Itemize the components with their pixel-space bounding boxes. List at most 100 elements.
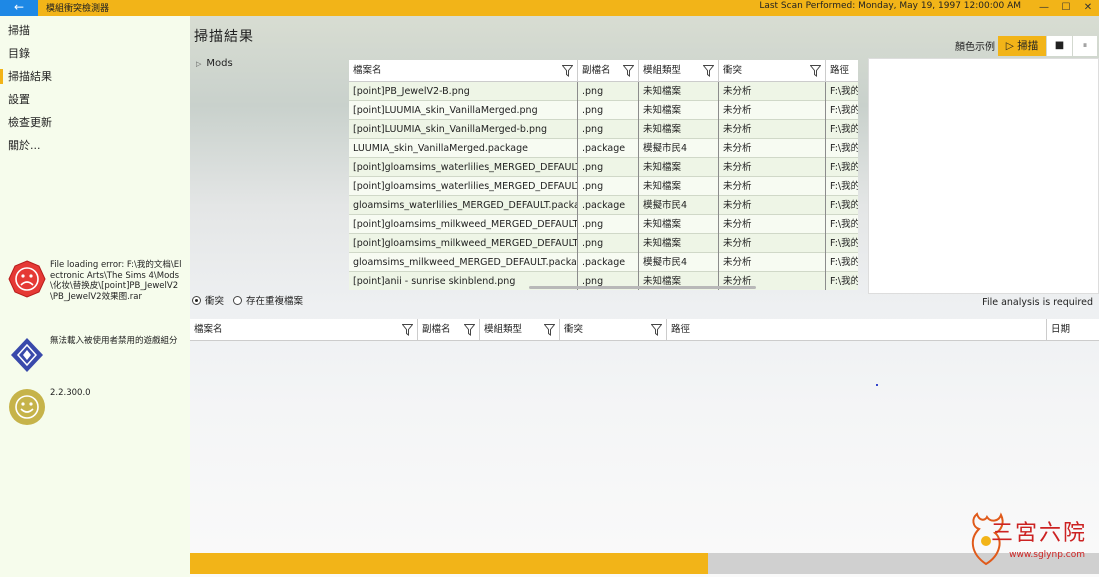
- cell-mod-type: 未知檔案: [639, 177, 719, 196]
- table-row[interactable]: gloamsims_waterlilies_MERGED_DEFAULT.pac…: [349, 196, 858, 215]
- conflict-grid-header: 檔案名 副檔名 模組類型 衝突 路徑 日期: [190, 319, 1099, 341]
- column-header-extension[interactable]: 副檔名: [578, 60, 639, 82]
- horizontal-scrollbar[interactable]: [529, 286, 756, 289]
- sidebar: 掃描 目錄 掃描結果 設置 檢查更新 關於... File loading er…: [0, 16, 190, 577]
- background-speck: [876, 384, 878, 386]
- notice-text: File loading error: F:\我的文档\Electronic A…: [50, 260, 182, 302]
- table-row[interactable]: [point]gloamsims_waterlilies_MERGED_DEFA…: [349, 177, 858, 196]
- cell-mod-type: 模擬市民4: [639, 196, 719, 215]
- result-filter-radios: 衝突 存在重複檔案: [192, 293, 309, 307]
- cell-filename: [point]gloamsims_waterlilies_MERGED_DEFA…: [349, 158, 578, 177]
- pause-icon: ⏸: [1082, 41, 1088, 51]
- cell-conflict: 未分析: [719, 101, 826, 120]
- cell-mod-type: 未知檔案: [639, 101, 719, 120]
- version-text: 2.2.300.0: [50, 388, 91, 398]
- column-header-mod-type[interactable]: 模組類型: [639, 60, 719, 82]
- table-row[interactable]: [point]PB_JewelV2-B.png .png 未知檔案 未分析 F:\我的: [349, 82, 858, 101]
- cell-filename: [point]LUUMIA_skin_VanillaMerged.png: [349, 101, 578, 120]
- cell-extension: .package: [578, 253, 639, 272]
- cell-mod-type: 未知檔案: [639, 234, 719, 253]
- nav-item-scan-results[interactable]: 掃描結果: [0, 65, 190, 88]
- cell-path: F:\我的: [830, 143, 858, 154]
- maximize-button[interactable]: ☐: [1055, 0, 1077, 16]
- table-row[interactable]: [point]gloamsims_milkweed_MERGED_DEFAULT…: [349, 215, 858, 234]
- cell-path: F:\我的: [830, 276, 858, 287]
- title-bar: ← 模組衝突檢測器 Last Scan Performed: Monday, M…: [0, 0, 1099, 16]
- analysis-status: File analysis is required: [982, 297, 1093, 308]
- cell-mod-type: 模擬市民4: [639, 253, 719, 272]
- cell-path: F:\我的: [830, 162, 858, 173]
- smile-face-icon: [9, 389, 45, 425]
- filter-icon[interactable]: [544, 324, 555, 336]
- filter-icon[interactable]: [402, 324, 413, 336]
- column-header-mod-type[interactable]: 模組類型: [480, 319, 560, 341]
- radio-selected-icon: [192, 296, 201, 305]
- cell-extension: .png: [578, 158, 639, 177]
- table-row[interactable]: gloamsims_milkweed_MERGED_DEFAULT.packag…: [349, 253, 858, 272]
- cell-extension: .png: [578, 234, 639, 253]
- cell-conflict: 未分析: [719, 139, 826, 158]
- filter-icon[interactable]: [810, 65, 821, 77]
- nav-item-scan[interactable]: 掃描: [0, 19, 190, 42]
- tree-node-mods[interactable]: ▷ Mods: [196, 58, 233, 69]
- table-row[interactable]: [point]LUUMIA_skin_VanillaMerged.png .png…: [349, 101, 858, 120]
- cell-conflict: 未分析: [719, 158, 826, 177]
- radio-duplicate[interactable]: 存在重複檔案: [233, 293, 303, 307]
- cell-extension: .png: [578, 82, 639, 101]
- cell-path: F:\我的: [830, 181, 858, 192]
- cell-extension: .png: [578, 177, 639, 196]
- nav-item-directory[interactable]: 目錄: [0, 42, 190, 65]
- diamond-warning-icon: [11, 338, 43, 372]
- filter-icon[interactable]: [703, 65, 714, 77]
- stop-button[interactable]: ■: [1047, 36, 1072, 56]
- scan-button[interactable]: ▷ 掃描: [998, 36, 1046, 56]
- watermark-url: www.sglynp.com: [1009, 550, 1085, 560]
- maximize-icon: ☐: [1061, 2, 1071, 13]
- tree-node-label: Mods: [206, 58, 233, 69]
- nav-item-about[interactable]: 關於...: [0, 134, 190, 157]
- column-header-conflict[interactable]: 衝突: [719, 60, 826, 82]
- cell-path: F:\我的: [830, 200, 858, 211]
- site-watermark: 三宮六院 www.sglynp.com: [965, 509, 1095, 569]
- table-row[interactable]: [point]gloamsims_milkweed_MERGED_DEFAULT…: [349, 234, 858, 253]
- cell-filename: [point]gloamsims_milkweed_MERGED_DEFAULT…: [349, 215, 578, 234]
- cell-conflict: 未分析: [719, 82, 826, 101]
- color-legend-label[interactable]: 顏色示例: [955, 38, 995, 53]
- pause-button[interactable]: ⏸: [1073, 36, 1097, 56]
- cell-path: F:\我的: [830, 105, 858, 116]
- scan-results-grid: 檔案名 副檔名 模組類型 衝突 路徑 [point]PB_JewelV2-B.p…: [349, 60, 858, 290]
- filter-icon[interactable]: [464, 324, 475, 336]
- column-header-path[interactable]: 路徑: [667, 319, 1047, 341]
- column-header-path[interactable]: 路徑: [826, 60, 858, 82]
- back-button[interactable]: ←: [0, 0, 38, 16]
- cell-filename: [point]gloamsims_waterlilies_MERGED_DEFA…: [349, 177, 578, 196]
- table-row[interactable]: LUUMIA_skin_VanillaMerged.package .packag…: [349, 139, 858, 158]
- cell-path: F:\我的: [830, 124, 858, 135]
- filter-icon[interactable]: [562, 65, 573, 77]
- cell-filename: [point]PB_JewelV2-B.png: [349, 82, 578, 101]
- cell-conflict: 未分析: [719, 177, 826, 196]
- column-header-conflict[interactable]: 衝突: [560, 319, 667, 341]
- table-row[interactable]: [point]gloamsims_waterlilies_MERGED_DEFA…: [349, 158, 858, 177]
- nav-item-settings[interactable]: 設置: [0, 88, 190, 111]
- table-row[interactable]: [point]LUUMIA_skin_VanillaMerged-b.png .p…: [349, 120, 858, 139]
- filter-icon[interactable]: [651, 324, 662, 336]
- stop-icon: ■: [1054, 40, 1065, 51]
- column-header-extension[interactable]: 副檔名: [418, 319, 480, 341]
- cell-path: F:\我的: [830, 238, 858, 249]
- radio-conflict[interactable]: 衝突: [192, 293, 224, 307]
- cell-path: F:\我的: [830, 219, 858, 230]
- notice-text: 無法載入被使用者禁用的遊戲組分: [50, 336, 178, 346]
- close-button[interactable]: ✕: [1077, 0, 1099, 16]
- column-header-filename[interactable]: 檔案名: [349, 60, 578, 82]
- column-header-filename[interactable]: 檔案名: [190, 319, 418, 341]
- cell-filename: gloamsims_waterlilies_MERGED_DEFAULT.pac…: [349, 196, 578, 215]
- filter-icon[interactable]: [623, 65, 634, 77]
- minimize-button[interactable]: —: [1033, 0, 1055, 16]
- cell-conflict: 未分析: [719, 253, 826, 272]
- nav-item-check-updates[interactable]: 檢查更新: [0, 111, 190, 134]
- column-header-date[interactable]: 日期: [1047, 319, 1099, 341]
- cell-conflict: 未分析: [719, 120, 826, 139]
- scan-button-label: 掃描: [1017, 40, 1039, 52]
- expand-triangle-icon[interactable]: ▷: [196, 60, 201, 68]
